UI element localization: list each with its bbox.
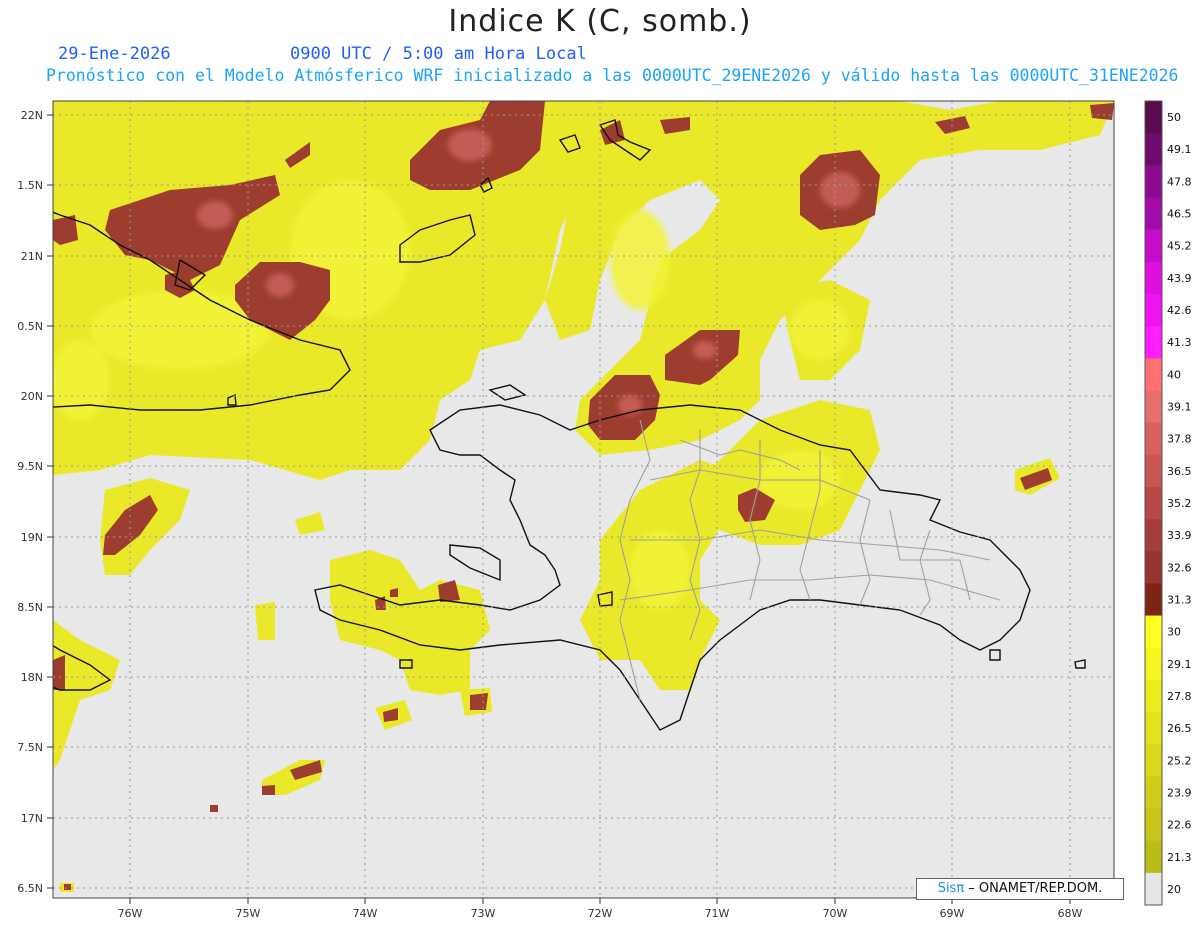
colorbar-label: 22.6 (1167, 819, 1192, 832)
lon-label: 68W (1058, 907, 1083, 920)
colorbar-segment (1145, 647, 1162, 681)
lat-label: 19N (21, 531, 43, 544)
colorbar-label: 37.8 (1167, 433, 1192, 446)
lon-label: 71W (705, 907, 730, 920)
colorbar-segment (1145, 583, 1162, 617)
colorbar-label: 40 (1167, 368, 1181, 381)
colorbar-segment (1145, 454, 1162, 488)
lon-label: 75W (236, 907, 261, 920)
colorbar-label: 41.3 (1167, 336, 1192, 349)
colorbar-label: 42.6 (1167, 304, 1192, 317)
colorbar-label: 29.1 (1167, 658, 1192, 671)
lat-label: 9.5N (17, 460, 43, 473)
colorbar-segment (1145, 519, 1162, 552)
colorbar-label: 30 (1167, 626, 1181, 639)
lat-label: 18N (21, 671, 43, 684)
colorbar-segment (1145, 486, 1162, 520)
lat-label: 8.5N (17, 601, 43, 614)
lon-label: 74W (353, 907, 378, 920)
colorbar-segment (1145, 422, 1162, 456)
colorbar-label: 50 (1167, 111, 1181, 124)
colorbar-segment (1145, 776, 1162, 810)
lon-label: 76W (118, 907, 143, 920)
lon-label: 69W (940, 907, 965, 920)
lon-label: 70W (823, 907, 848, 920)
lat-label: 7.5N (17, 741, 43, 754)
latitude-axis: 22N 1.5N 21N 0.5N 20N 9.5N 19N 8.5N 18N … (17, 109, 53, 895)
longitude-axis: 76W 75W 74W 73W 72W 71W 70W 69W 68W (118, 898, 1083, 920)
colorbar-segment (1145, 229, 1162, 263)
colorbar-segment (1145, 712, 1162, 745)
lat-label: 21N (21, 250, 43, 263)
colorbar-segment (1145, 358, 1162, 391)
colorbar-label: 39.1 (1167, 401, 1192, 414)
lat-label: 20N (21, 390, 43, 403)
colorbar-segment (1145, 197, 1162, 231)
colorbar-label: 26.5 (1167, 722, 1192, 735)
colorbar-segment (1145, 261, 1162, 295)
colorbar-segment (1145, 293, 1162, 327)
lon-label: 73W (471, 907, 496, 920)
lat-label: 6.5N (17, 882, 43, 895)
colorbar-label: 32.6 (1167, 561, 1192, 574)
colorbar-label: 25.2 (1167, 754, 1192, 767)
colorbar-segment (1145, 840, 1162, 874)
colorbar-segment (1145, 326, 1162, 359)
colorbar-label: 36.5 (1167, 465, 1192, 478)
colorbar-segment (1145, 872, 1162, 906)
k-index-map: 22N 1.5N 21N 0.5N 20N 9.5N 19N 8.5N 18N … (17, 100, 1192, 920)
colorbar-segment (1145, 551, 1162, 584)
colorbar-segment (1145, 744, 1162, 777)
colorbar-segment (1145, 165, 1162, 198)
colorbar-label: 49.1 (1167, 143, 1192, 156)
colorbar-segment (1145, 679, 1162, 713)
colorbar-label: 33.9 (1167, 529, 1192, 542)
lat-label: 22N (21, 109, 43, 122)
colorbar-label: 46.5 (1167, 208, 1192, 221)
colorbar-label: 21.3 (1167, 851, 1192, 864)
colorbar-segment (1145, 133, 1162, 166)
colorbar-label: 43.9 (1167, 272, 1192, 285)
colorbar-label: 20 (1167, 883, 1181, 896)
colorbar-label: 45.2 (1167, 240, 1192, 253)
colorbar-label: 27.8 (1167, 690, 1192, 703)
brand-logo-text: Sisπ (937, 881, 965, 896)
lat-label: 0.5N (17, 320, 43, 333)
colorbar-segment (1145, 101, 1162, 134)
colorbar-segment (1145, 390, 1162, 424)
colorbar-label: 23.9 (1167, 786, 1192, 799)
colorbar-segment (1145, 808, 1162, 842)
colorbar: 50 49.1 47.8 46.5 45.2 43.9 42.6 41.3 40 39.1 37.8… (1144, 100, 1192, 906)
lon-label: 72W (588, 907, 613, 920)
colorbar-label: 35.2 (1167, 497, 1192, 510)
colorbar-label: 31.3 (1167, 593, 1192, 606)
colorbar-segment (1145, 615, 1162, 649)
credit-box: Sisπ – ONAMET/REP.DOM. (916, 878, 1124, 900)
colorbar-label: 47.8 (1167, 175, 1192, 188)
credit-text: – ONAMET/REP.DOM. (964, 881, 1103, 896)
lat-label: 17N (21, 812, 43, 825)
lat-label: 1.5N (17, 179, 43, 192)
